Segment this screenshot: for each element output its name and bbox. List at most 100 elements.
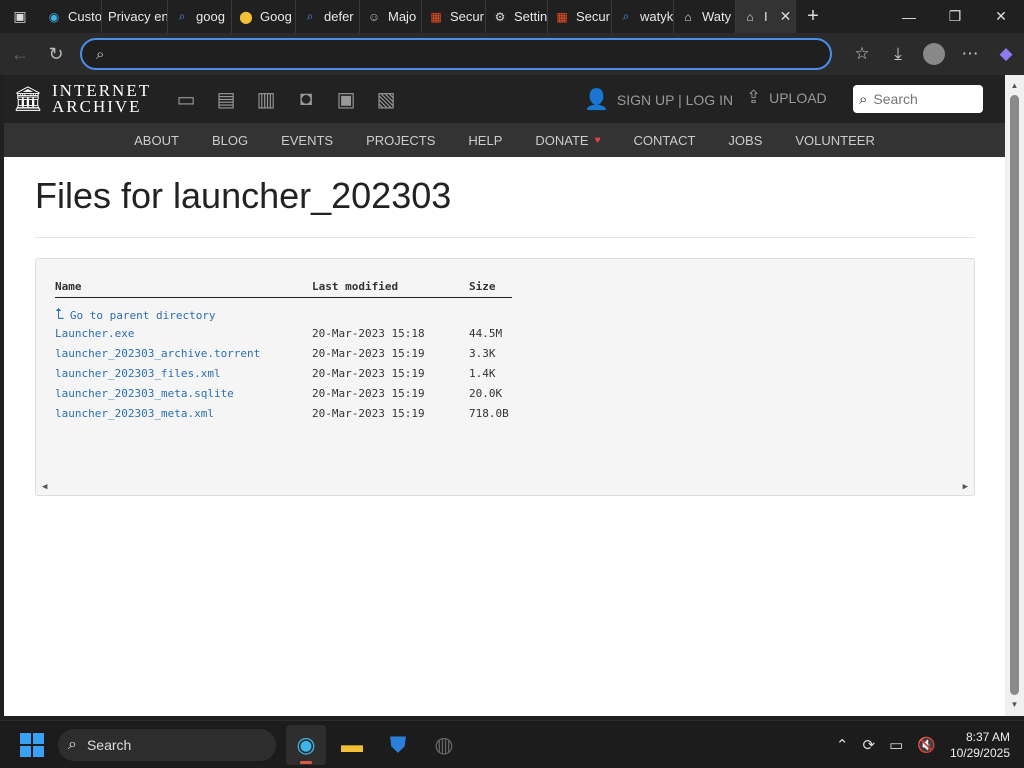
microsoft-icon: ▦: [430, 9, 442, 24]
profile-avatar[interactable]: [923, 43, 945, 65]
logo-line2: ARCHIVE: [52, 97, 142, 116]
favorites-icon[interactable]: ☆: [844, 36, 880, 72]
files-listing: Name Last modified Size ⮤ Go to parent di…: [35, 258, 975, 496]
tab-0[interactable]: ◉ Custo: [40, 0, 102, 33]
file-size: 3.3K: [469, 347, 496, 360]
search-icon: ⌕: [859, 90, 868, 108]
downloads-icon[interactable]: ⤓: [880, 36, 916, 72]
file-modified: 20-Mar-2023 15:19: [312, 347, 425, 360]
texts-icon[interactable]: ▤: [211, 84, 241, 114]
clock[interactable]: 8:37 AM 10/29/2025: [950, 729, 1010, 761]
audio-icon[interactable]: ◘: [291, 84, 321, 114]
table-row: launcher_202303_meta.sqlite 20-Mar-2023 …: [55, 384, 512, 404]
file-modified: 20-Mar-2023 15:19: [312, 407, 425, 420]
upload-link[interactable]: ⇪ UPLOAD: [746, 87, 827, 108]
nav-help[interactable]: HELP: [468, 133, 502, 148]
clock-time: 8:37 AM: [965, 729, 1010, 744]
close-window-icon[interactable]: ✕: [978, 0, 1024, 33]
taskbar-search[interactable]: ⌕ Search: [58, 728, 276, 761]
browser-toolbar: ← ↻ ⌕ ☆ ⤓ ⋯ ◆: [0, 33, 1024, 75]
close-tab-icon[interactable]: ✕: [780, 8, 792, 25]
nav-about[interactable]: ABOUT: [134, 133, 179, 148]
nav-blog[interactable]: BLOG: [212, 133, 248, 148]
tab-1[interactable]: Privacy en: [102, 0, 168, 33]
refresh-icon[interactable]: ↻: [38, 36, 74, 72]
avatar-icon: ☺: [367, 9, 381, 24]
app-globe-icon[interactable]: ◍: [424, 725, 464, 765]
file-link[interactable]: launcher_202303_meta.sqlite: [55, 387, 234, 400]
back-icon[interactable]: ←: [2, 36, 38, 72]
edge-icon[interactable]: ◉: [286, 724, 326, 765]
file-link[interactable]: launcher_202303_archive.torrent: [55, 347, 260, 360]
ia-search-input[interactable]: [873, 91, 970, 107]
taskbar-apps: ◉ ▬ ⛊ ◍: [286, 724, 464, 765]
heart-icon: ♥: [594, 134, 601, 146]
file-link[interactable]: launcher_202303_files.xml: [55, 367, 221, 380]
start-button[interactable]: [20, 732, 44, 757]
vertical-scrollbar[interactable]: ▲ ▼: [1005, 75, 1024, 716]
scroll-up-icon[interactable]: ▲: [1010, 81, 1019, 91]
sync-icon[interactable]: ⟳: [862, 736, 875, 754]
copilot-icon[interactable]: ◆: [988, 36, 1024, 72]
tab-strip: ▣ ◉ Custo Privacy en ⌕ goog ⬤ Goog ⌕ defer ☺…: [0, 0, 1024, 33]
software-icon[interactable]: ▣: [331, 84, 361, 114]
nav-events[interactable]: EVENTS: [281, 133, 333, 148]
search-icon: ⌕: [306, 9, 314, 23]
web-icon[interactable]: ▭: [171, 84, 201, 114]
edge-icon: ◉: [48, 9, 60, 24]
tab-actions-icon[interactable]: ▣: [0, 0, 40, 33]
tab-11-active[interactable]: ⌂ I ✕: [736, 0, 796, 33]
tab-6[interactable]: ▦ Secur: [422, 0, 486, 33]
scroll-down-icon[interactable]: ▼: [1010, 700, 1019, 710]
scroll-right-icon[interactable]: ▶: [963, 482, 968, 492]
tab-8[interactable]: ▦ Secur: [548, 0, 612, 33]
table-row: launcher_202303_files.xml 20-Mar-2023 15…: [55, 364, 512, 384]
defender-shield-icon[interactable]: ⛊: [378, 725, 418, 765]
toolbar-right: ☆ ⤓ ⋯ ◆: [844, 33, 1024, 75]
file-explorer-icon[interactable]: ▬: [332, 725, 372, 765]
nav-projects[interactable]: PROJECTS: [366, 133, 435, 148]
gear-icon: ⚙: [494, 9, 506, 24]
nav-contact[interactable]: CONTACT: [634, 133, 696, 148]
ia-nav-bar: ABOUT BLOG EVENTS PROJECTS HELP DONATE ♥ …: [4, 123, 1005, 157]
chevron-up-icon[interactable]: ⌃: [836, 736, 849, 754]
ia-logo[interactable]: 🏛 INTERNET ARCHIVE: [13, 82, 151, 116]
restore-icon[interactable]: ❐: [932, 0, 978, 33]
file-modified: 20-Mar-2023 15:19: [312, 387, 425, 400]
tab-2[interactable]: ⌕ goog: [168, 0, 232, 33]
video-icon[interactable]: ▥: [251, 84, 281, 114]
title-divider: [35, 237, 975, 238]
tab-4[interactable]: ⌕ defer: [296, 0, 360, 33]
tab-10[interactable]: ⌂ Waty: [674, 0, 736, 33]
file-link[interactable]: Launcher.exe: [55, 327, 134, 340]
horizontal-scrollbar[interactable]: ◀ ▶: [36, 481, 974, 495]
clock-date: 10/29/2025: [949, 745, 1010, 760]
display-icon[interactable]: ▭: [889, 736, 903, 754]
address-input[interactable]: [118, 46, 799, 62]
ia-search-box[interactable]: ⌕: [853, 85, 983, 113]
search-icon: ⌕: [178, 9, 186, 23]
new-tab-button[interactable]: +: [796, 0, 830, 33]
scrollbar-thumb[interactable]: [1010, 95, 1019, 695]
tab-5[interactable]: ☺ Majo: [360, 0, 422, 33]
file-modified: 20-Mar-2023 15:18: [312, 327, 425, 340]
images-icon[interactable]: ▧: [371, 84, 401, 114]
microsoft-icon: ▦: [556, 9, 568, 24]
tab-7[interactable]: ⚙ Settin: [486, 0, 548, 33]
col-size-header: Size: [469, 280, 512, 298]
parent-directory-link[interactable]: ⮤ Go to parent directory: [55, 305, 216, 323]
more-icon[interactable]: ⋯: [952, 36, 988, 72]
address-bar[interactable]: ⌕: [80, 38, 832, 70]
tab-9[interactable]: ⌕ watyk: [612, 0, 674, 33]
scroll-left-icon[interactable]: ◀: [42, 482, 47, 492]
nav-jobs[interactable]: JOBS: [728, 133, 762, 148]
signup-login-link[interactable]: 👤 SIGN UP | LOG IN: [584, 87, 733, 112]
nav-volunteer[interactable]: VOLUNTEER: [795, 133, 874, 148]
volume-muted-icon[interactable]: 🔇: [917, 736, 936, 754]
nav-donate[interactable]: DONATE ♥: [535, 133, 600, 148]
file-link[interactable]: launcher_202303_meta.xml: [55, 407, 214, 420]
header-row: Name Last modified Size: [55, 280, 512, 298]
tab-3[interactable]: ⬤ Goog: [232, 0, 296, 33]
minimize-icon[interactable]: —: [886, 0, 932, 33]
file-size: 20.0K: [469, 387, 503, 400]
